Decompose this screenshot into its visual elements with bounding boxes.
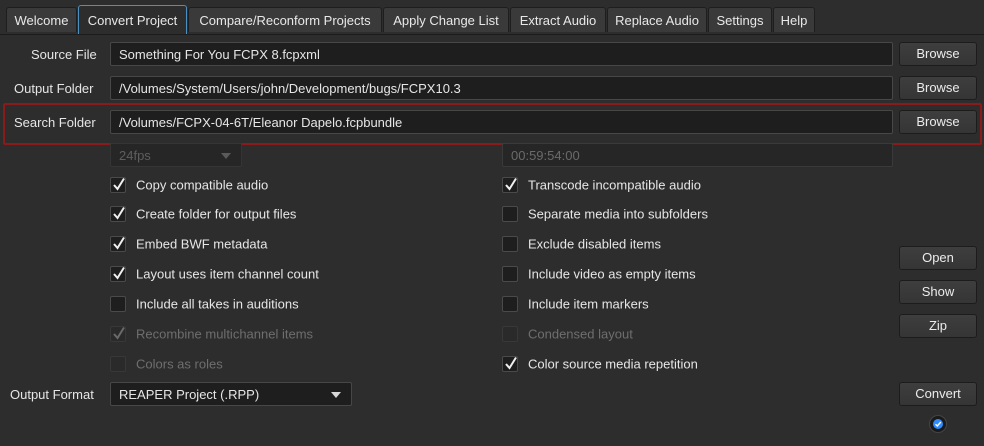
chevron-down-icon [221, 153, 231, 159]
checkbox-box[interactable] [110, 265, 126, 282]
checkbox-label: Embed BWF metadata [136, 236, 268, 252]
checkmark-icon [113, 177, 125, 191]
checkbox-label: Include video as empty items [528, 266, 696, 282]
framerate-select: 24fps [110, 143, 242, 167]
source-file-label: Source File [31, 47, 97, 62]
tab-bar: Welcome Convert Project Compare/Reconfor… [0, 0, 984, 35]
checkbox-box[interactable] [110, 205, 126, 222]
checkbox-box[interactable] [110, 176, 126, 193]
show-button[interactable]: Show [899, 280, 977, 304]
convert-button[interactable]: Convert [899, 382, 977, 406]
checkbox-box [110, 325, 126, 342]
checkmark-icon [113, 206, 125, 220]
checkbox-layout-channel-count[interactable]: Layout uses item channel count [110, 265, 319, 283]
status-indicator [929, 415, 947, 433]
checkbox-label: Colors as roles [136, 356, 223, 372]
checkbox-box [110, 355, 126, 372]
tab-extract-audio[interactable]: Extract Audio [510, 7, 606, 32]
source-browse-button[interactable]: Browse [899, 42, 977, 66]
checkbox-label: Layout uses item channel count [136, 266, 319, 282]
output-folder-field[interactable]: /Volumes/System/Users/john/Development/b… [110, 76, 893, 100]
checkbox-label: Include item markers [528, 296, 649, 312]
search-folder-label: Search Folder [14, 115, 96, 130]
checkbox-label: Transcode incompatible audio [528, 177, 701, 193]
checkbox-colors-as-roles: Colors as roles [110, 355, 223, 373]
open-button[interactable]: Open [899, 246, 977, 270]
checkbox-separate-media[interactable]: Separate media into subfolders [502, 205, 708, 223]
checkbox-copy-compatible-audio[interactable]: Copy compatible audio [110, 176, 268, 194]
checkmark-icon [113, 266, 125, 280]
checkbox-label: Color source media repetition [528, 356, 698, 372]
checkbox-box[interactable] [502, 235, 518, 252]
output-format-select[interactable]: REAPER Project (.RPP) [110, 382, 352, 406]
tab-help[interactable]: Help [773, 7, 815, 32]
checkbox-embed-bwf[interactable]: Embed BWF metadata [110, 235, 268, 253]
checkbox-label: Create folder for output files [136, 206, 297, 222]
checkbox-label: Include all takes in auditions [136, 296, 299, 312]
checkbox-box[interactable] [502, 265, 518, 282]
output-format-value: REAPER Project (.RPP) [119, 387, 260, 402]
chevron-down-icon [331, 392, 341, 398]
framerate-value: 24fps [119, 148, 151, 163]
checkbox-box[interactable] [502, 176, 518, 193]
checkbox-include-item-markers[interactable]: Include item markers [502, 295, 649, 313]
tab-welcome[interactable]: Welcome [6, 7, 77, 32]
search-folder-field[interactable]: /Volumes/FCPX-04-6T/Eleanor Dapelo.fcpbu… [110, 110, 893, 134]
tab-compare-reconform[interactable]: Compare/Reconform Projects [188, 7, 382, 32]
checkbox-create-folder[interactable]: Create folder for output files [110, 205, 296, 223]
checkmark-icon [505, 177, 517, 191]
checkmark-icon [113, 326, 125, 340]
timecode-field: 00:59:54:00 [502, 143, 893, 167]
checkbox-label: Condensed layout [528, 326, 633, 342]
checkmark-icon [505, 356, 517, 370]
checkbox-box [502, 325, 518, 342]
checkbox-include-video-empty[interactable]: Include video as empty items [502, 265, 696, 283]
checkbox-recombine-multichannel: Recombine multichannel items [110, 325, 313, 343]
checkbox-include-all-takes[interactable]: Include all takes in auditions [110, 295, 299, 313]
tab-replace-audio[interactable]: Replace Audio [607, 7, 707, 32]
checkbox-label: Separate media into subfolders [528, 206, 708, 222]
zip-button[interactable]: Zip [899, 314, 977, 338]
checkbox-exclude-disabled[interactable]: Exclude disabled items [502, 235, 661, 253]
output-browse-button[interactable]: Browse [899, 76, 977, 100]
tab-settings[interactable]: Settings [708, 7, 772, 32]
checkbox-label: Exclude disabled items [528, 236, 661, 252]
checkbox-box[interactable] [110, 235, 126, 252]
source-file-field[interactable]: Something For You FCPX 8.fcpxml [110, 42, 893, 66]
checkbox-transcode-incompatible[interactable]: Transcode incompatible audio [502, 176, 701, 194]
tab-convert-project[interactable]: Convert Project [78, 5, 187, 34]
checkbox-label: Recombine multichannel items [136, 326, 314, 342]
output-folder-label: Output Folder [14, 81, 94, 96]
search-browse-button[interactable]: Browse [899, 110, 977, 134]
checkmark-icon [113, 236, 125, 250]
checkbox-condensed-layout: Condensed layout [502, 325, 633, 343]
checkbox-box[interactable] [502, 355, 518, 372]
tab-apply-change-list[interactable]: Apply Change List [383, 7, 509, 32]
checkbox-color-source-repetition[interactable]: Color source media repetition [502, 355, 698, 373]
checkbox-box[interactable] [110, 295, 126, 312]
status-check-icon [933, 419, 943, 429]
checkbox-box[interactable] [502, 295, 518, 312]
checkbox-label: Copy compatible audio [136, 177, 269, 193]
checkbox-box[interactable] [502, 205, 518, 222]
output-format-label: Output Format [10, 387, 94, 402]
